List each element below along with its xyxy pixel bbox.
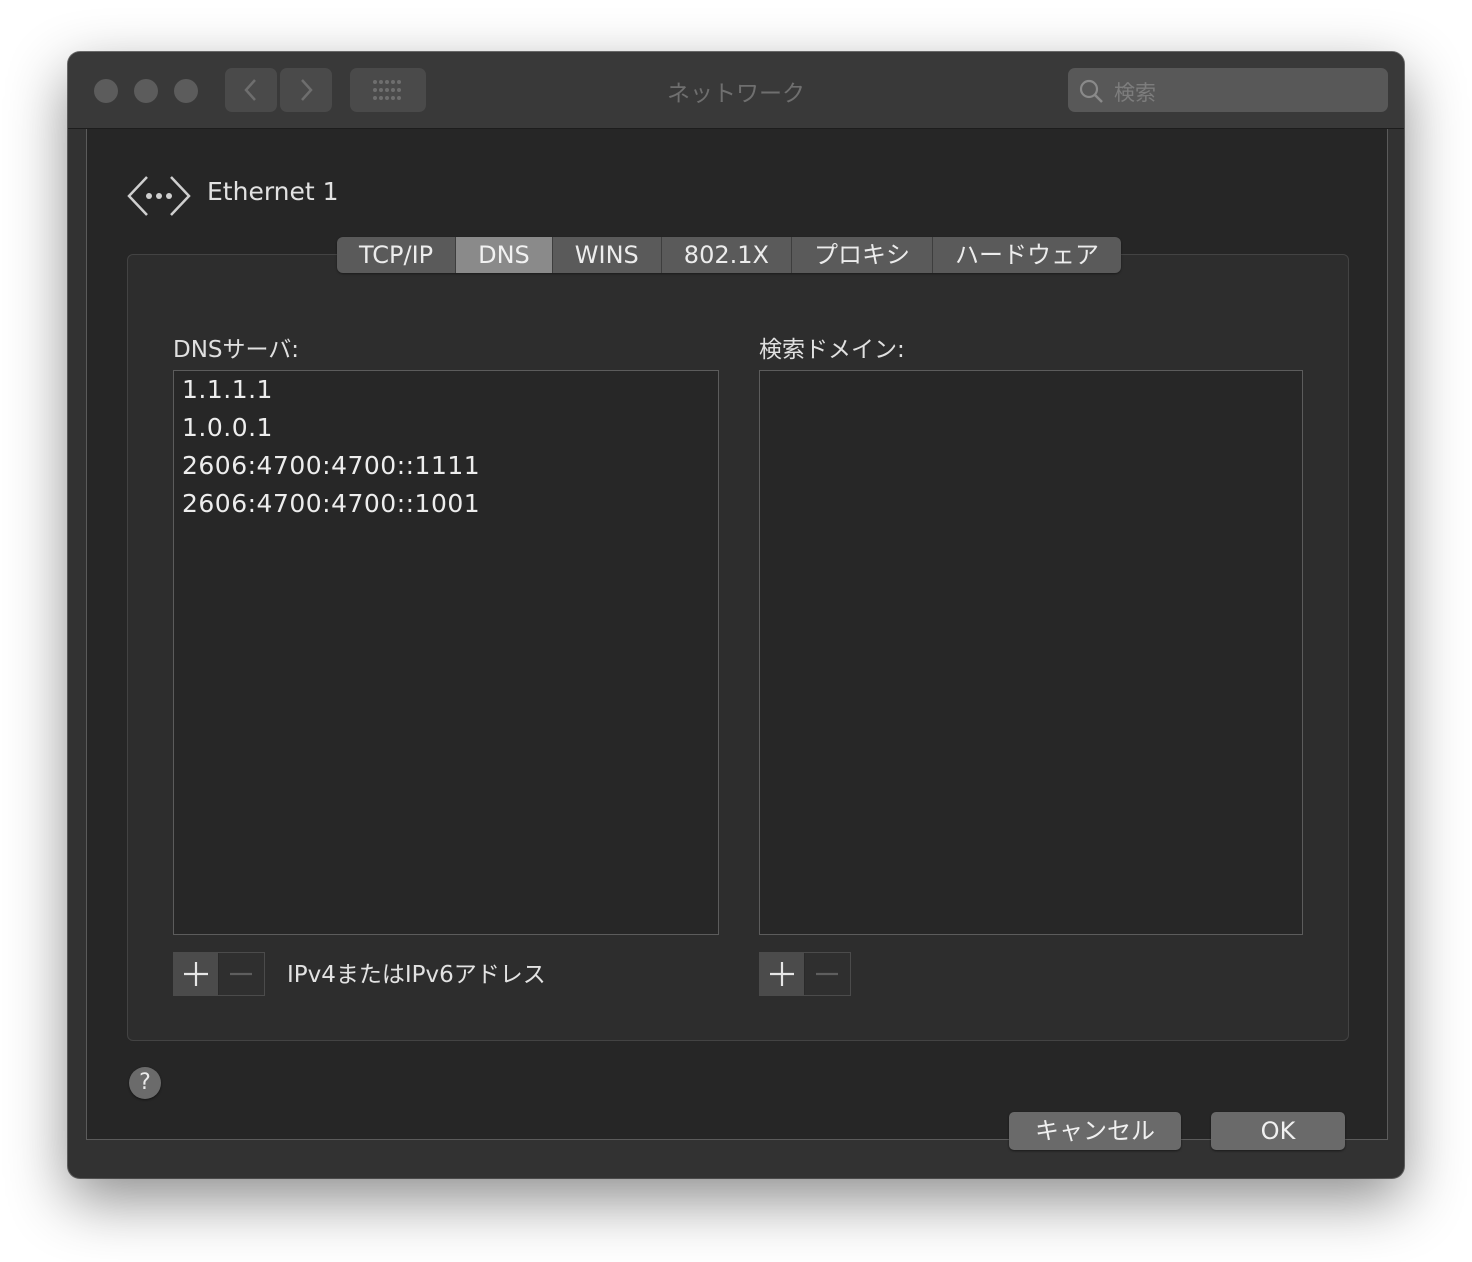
dns-servers-list[interactable]: 1.1.1.1 1.0.0.1 2606:4700:4700::1111 260…	[173, 370, 719, 935]
list-item[interactable]: 1.0.0.1	[174, 409, 718, 447]
ok-button[interactable]: OK	[1211, 1112, 1345, 1150]
search-domains-list[interactable]	[759, 370, 1303, 935]
plus-icon	[184, 962, 208, 986]
list-item[interactable]: 1.1.1.1	[174, 371, 718, 409]
remove-dns-server-button[interactable]	[219, 953, 263, 995]
help-button[interactable]: ?	[129, 1067, 161, 1099]
dns-add-remove-control	[173, 952, 265, 996]
add-dns-server-button[interactable]	[174, 953, 219, 995]
title-bar: ネットワーク 検索	[68, 52, 1404, 129]
search-icon	[1079, 79, 1103, 103]
tab-proxies[interactable]: プロキシ	[792, 237, 933, 273]
tab-dns[interactable]: DNS	[456, 237, 553, 273]
domain-add-remove-control	[759, 952, 851, 996]
dns-servers-label: DNSサーバ:	[173, 337, 300, 363]
ethernet-arrows-icon	[127, 176, 191, 216]
settings-tabs: TCP/IP DNS WINS 802.1X プロキシ ハードウェア	[337, 237, 1121, 273]
search-field[interactable]: 検索	[1068, 68, 1388, 112]
search-placeholder: 検索	[1114, 81, 1156, 105]
tab-hardware[interactable]: ハードウェア	[933, 237, 1121, 273]
dns-hint-text: IPv4またはIPv6アドレス	[287, 962, 546, 988]
interface-name: Ethernet 1	[207, 177, 339, 206]
advanced-settings-sheet: Ethernet 1 DNSサーバ: 1.1.1.1 1.0.0.1 2606:…	[86, 129, 1388, 1150]
network-preferences-window: ネットワーク 検索 Ethernet 1 DNSサーバ: 1.1.1.1 1.0…	[68, 52, 1404, 1178]
list-item[interactable]: 2606:4700:4700::1001	[174, 485, 718, 523]
list-item[interactable]: 2606:4700:4700::1111	[174, 447, 718, 485]
search-domains-label: 検索ドメイン:	[759, 337, 905, 363]
remove-search-domain-button[interactable]	[805, 953, 849, 995]
add-search-domain-button[interactable]	[760, 953, 805, 995]
tab-content-panel: DNSサーバ: 1.1.1.1 1.0.0.1 2606:4700:4700::…	[127, 254, 1349, 1041]
cancel-button[interactable]: キャンセル	[1009, 1112, 1181, 1150]
tab-wins[interactable]: WINS	[553, 237, 662, 273]
tab-8021x[interactable]: 802.1X	[662, 237, 792, 273]
minus-icon	[816, 972, 838, 976]
minus-icon	[230, 972, 252, 976]
tab-tcpip[interactable]: TCP/IP	[337, 237, 457, 273]
plus-icon	[770, 962, 794, 986]
